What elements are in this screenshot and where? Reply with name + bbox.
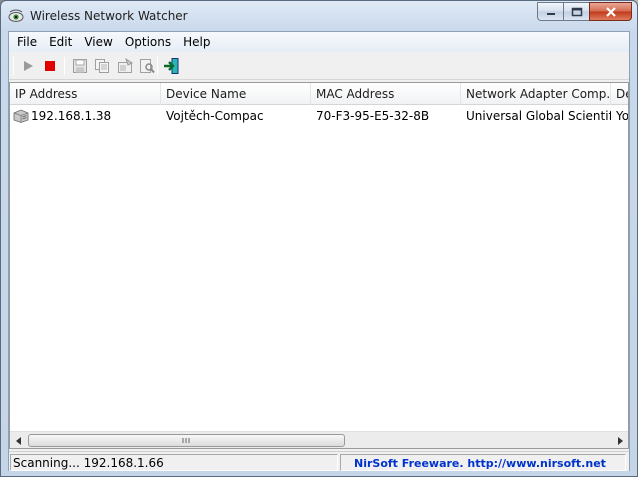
properties-icon [118,58,133,73]
arrow-right-icon [617,436,623,445]
status-bar: Scanning... 192.168.1.66 NirSoft Freewar… [9,451,629,471]
menu-edit[interactable]: Edit [43,32,78,52]
cell-adapter-company: Universal Global Scientif... [466,109,611,123]
toolbar-separator [157,57,158,75]
menu-options[interactable]: Options [119,32,177,52]
cell-mac-address: 70-F3-95-E5-32-8B [316,109,430,123]
eye-icon [8,9,24,22]
save-icon [73,59,87,73]
toolbar [9,52,629,80]
stop-icon [45,61,55,71]
exit-icon [164,58,179,74]
window-title: Wireless Network Watcher [30,9,188,23]
close-icon [605,6,616,17]
copy-button[interactable] [92,56,112,76]
toolbar-separator [13,57,14,75]
minimize-button[interactable] [537,2,563,21]
grip-icon [182,438,190,443]
save-button[interactable] [70,56,90,76]
maximize-icon [571,7,582,16]
title-bar[interactable]: Wireless Network Watcher [1,1,637,31]
status-credit-link[interactable]: NirSoft Freeware. http://www.nirsoft.net [340,454,626,471]
menu-bar: File Edit View Options Help [9,32,629,52]
close-button[interactable] [589,2,632,21]
column-adapter-company[interactable]: Network Adapter Comp... [461,83,611,105]
horizontal-scrollbar[interactable] [10,431,628,448]
ip-address-text: 192.168.1.38 [31,109,112,123]
scrollbar-thumb[interactable] [28,434,345,447]
copy-icon [95,59,109,73]
column-mac-address[interactable]: MAC Address [311,83,461,105]
minimize-icon [546,12,555,15]
network-device-icon [13,109,29,123]
start-scan-button[interactable] [18,56,38,76]
menu-view[interactable]: View [78,32,118,52]
list-header: IP Address Device Name MAC Address Netwo… [10,83,628,105]
caption-buttons [537,2,632,21]
cell-ip-address: 192.168.1.38 [10,107,161,125]
device-list[interactable]: IP Address Device Name MAC Address Netwo… [9,82,629,449]
column-ip-address[interactable]: IP Address [10,83,161,105]
toolbar-separator [64,57,65,75]
scroll-right-button[interactable] [611,432,628,448]
table-row[interactable]: 192.168.1.38 Vojtěch-Compac 70-F3-95-E5-… [10,107,629,125]
scroll-left-button[interactable] [10,432,27,448]
maximize-button[interactable] [563,2,589,21]
play-icon [24,61,33,71]
app-window: Wireless Network Watcher File Edit View … [0,0,638,477]
menu-help[interactable]: Help [177,32,216,52]
properties-button[interactable] [115,56,135,76]
exit-button[interactable] [162,56,182,76]
status-scanning: Scanning... 192.168.1.66 [10,454,338,471]
stop-scan-button[interactable] [40,56,60,76]
find-icon [140,59,155,74]
column-device-name[interactable]: Device Name [161,83,311,105]
client-area: File Edit View Options Help IP Address D… [8,31,630,471]
column-device-info[interactable]: Dev [611,83,628,105]
find-button[interactable] [137,56,157,76]
cell-device-info: You [616,109,629,123]
arrow-left-icon [15,436,21,445]
menu-file[interactable]: File [11,32,43,52]
cell-device-name: Vojtěch-Compac [166,109,264,123]
